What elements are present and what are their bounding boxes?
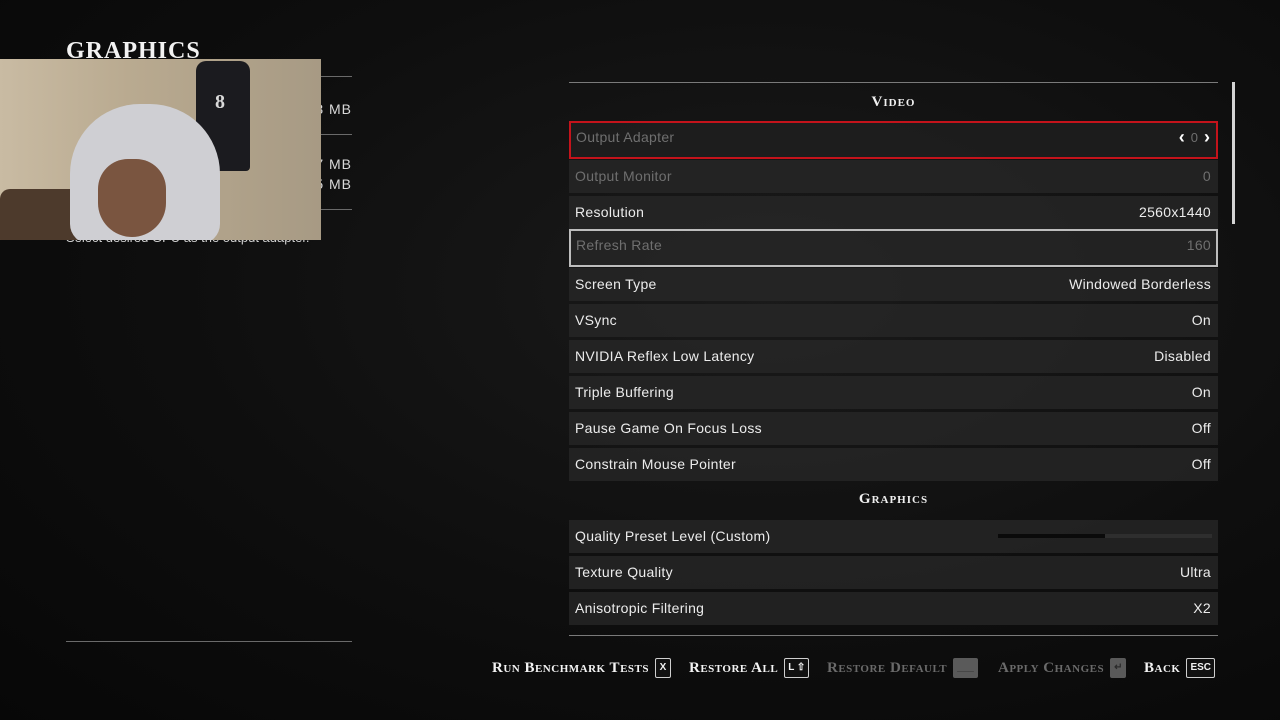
setting-value: 160 (1186, 237, 1211, 253)
setting-texture-quality[interactable]: Texture Quality Ultra (569, 556, 1218, 589)
setting-constrain-mouse-pointer[interactable]: Constrain Mouse Pointer Off (569, 448, 1218, 481)
button-label: Back (1144, 659, 1181, 676)
divider (66, 641, 352, 642)
setting-value: Disabled (1154, 348, 1211, 364)
setting-label: VSync (575, 312, 617, 328)
setting-value: Off (1191, 420, 1211, 436)
setting-label: Quality Preset Level (Custom) (575, 528, 771, 544)
setting-nvidia-reflex[interactable]: NVIDIA Reflex Low Latency Disabled (569, 340, 1218, 373)
setting-value: X2 (1193, 600, 1211, 616)
setting-label: Anisotropic Filtering (575, 600, 705, 616)
person-face (98, 159, 166, 237)
setting-value: Windowed Borderless (1069, 276, 1211, 292)
key-hint: ___ (953, 658, 978, 678)
panel-top-divider (569, 82, 1218, 83)
setting-anisotropic-filtering[interactable]: Anisotropic Filtering X2 (569, 592, 1218, 625)
setting-triple-buffering[interactable]: Triple Buffering On (569, 376, 1218, 409)
setting-quality-preset[interactable]: Quality Preset Level (Custom) (569, 520, 1218, 553)
run-benchmark-button[interactable]: Run Benchmark Tests X (492, 658, 671, 678)
apply-changes-button[interactable]: Apply Changes ↵ (998, 658, 1127, 678)
setting-value: On (1191, 384, 1211, 400)
setting-label: NVIDIA Reflex Low Latency (575, 348, 755, 364)
setting-value: Off (1191, 456, 1211, 472)
setting-resolution[interactable]: Resolution 2560x1440 (569, 196, 1218, 229)
setting-value: On (1191, 312, 1211, 328)
setting-label: Output Monitor (575, 168, 672, 184)
setting-refresh-rate[interactable]: Refresh Rate 160 (569, 229, 1218, 267)
setting-label: Screen Type (575, 276, 657, 292)
jersey-number: 8 (215, 91, 225, 113)
quality-slider[interactable] (998, 534, 1212, 538)
settings-scrollbar[interactable] (1232, 82, 1235, 224)
key-hint: L ⇧ (784, 658, 810, 678)
chevron-left-icon[interactable]: ‹ (1179, 128, 1185, 146)
panel-bottom-divider (569, 635, 1218, 636)
setting-label: Resolution (575, 204, 645, 220)
setting-value: Ultra (1179, 564, 1211, 580)
button-label: Run Benchmark Tests (492, 659, 649, 676)
section-header-graphics: Graphics (858, 491, 929, 507)
setting-output-adapter[interactable]: Output Adapter ‹ 0 › (569, 121, 1218, 159)
key-hint: X (654, 658, 671, 678)
section-header-video: Video (871, 94, 916, 110)
button-label: Restore Default (827, 659, 948, 676)
back-button[interactable]: Back ESC (1144, 658, 1216, 678)
value-selector: ‹ 0 › (1179, 128, 1210, 146)
setting-output-monitor[interactable]: Output Monitor 0 (569, 160, 1218, 193)
setting-label: Pause Game On Focus Loss (575, 420, 762, 436)
chevron-right-icon[interactable]: › (1204, 128, 1210, 146)
restore-default-button[interactable]: Restore Default ___ (827, 658, 978, 678)
button-label: Apply Changes (998, 659, 1105, 676)
key-hint: ESC (1186, 658, 1216, 678)
webcam-overlay: 8 (0, 59, 321, 240)
key-hint: ↵ (1110, 658, 1127, 678)
setting-value: 0 (1190, 129, 1198, 145)
setting-screen-type[interactable]: Screen Type Windowed Borderless (569, 268, 1218, 301)
setting-label: Constrain Mouse Pointer (575, 456, 736, 472)
setting-label: Refresh Rate (576, 237, 663, 253)
button-label: Restore All (689, 659, 779, 676)
setting-label: Texture Quality (575, 564, 673, 580)
setting-label: Triple Buffering (575, 384, 674, 400)
setting-value: 2560x1440 (1139, 204, 1211, 220)
setting-vsync[interactable]: VSync On (569, 304, 1218, 337)
setting-value: 0 (1202, 168, 1211, 184)
setting-pause-on-focus-loss[interactable]: Pause Game On Focus Loss Off (569, 412, 1218, 445)
restore-all-button[interactable]: Restore All L ⇧ (689, 658, 810, 678)
slider-fill (998, 534, 1105, 538)
setting-label: Output Adapter (576, 129, 675, 145)
